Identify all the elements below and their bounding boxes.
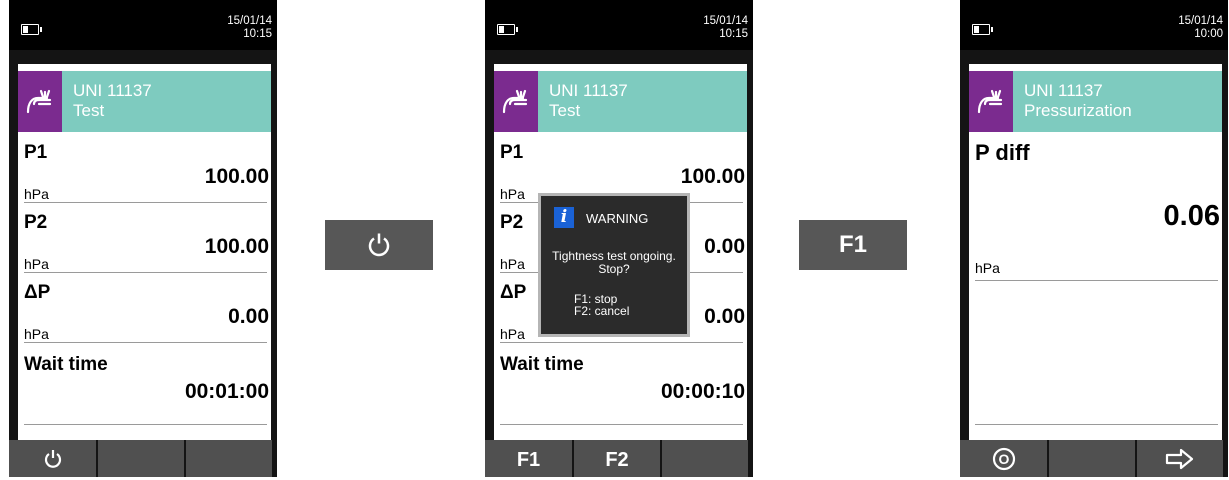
header-title: UNI 11137: [73, 81, 152, 100]
battery-icon: [497, 24, 518, 35]
measure-value: 100.00: [204, 165, 269, 188]
gas-leak-icon: [494, 71, 538, 132]
measure-label: P1: [500, 142, 524, 163]
measure-unit: hPa: [24, 326, 49, 342]
svg-text:O: O: [998, 451, 1009, 467]
measure-unit: hPa: [500, 256, 525, 272]
measure-value: 00:00:10: [660, 380, 745, 403]
header-title: UNI 11137: [1024, 81, 1103, 100]
measure-label: ΔP: [500, 282, 527, 303]
measure-label: ΔP: [24, 282, 51, 303]
measure-row-p-diff: P diff 0.06 hPa: [969, 134, 1222, 284]
measure-value: 100.00: [204, 235, 269, 258]
measure-row-p2: P2 100.00 hPa: [18, 204, 271, 273]
display-area: UNI 11137 Test P1 100.00 hPa P2 100.00 h…: [18, 64, 271, 473]
power-button[interactable]: [325, 220, 433, 270]
measure-label: P1: [24, 142, 48, 163]
power-icon: [44, 449, 61, 468]
row-divider: [24, 342, 267, 343]
measure-unit: hPa: [24, 256, 49, 272]
battery-icon: [972, 24, 993, 35]
measure-label: P2: [500, 212, 524, 233]
measure-value: 0.06: [1163, 200, 1220, 232]
fkey-2[interactable]: [1049, 440, 1135, 477]
warning-dialog: i WARNING Tightness test ongoing. Stop? …: [538, 193, 690, 337]
header-subtitle: Test: [549, 101, 581, 120]
measure-value: 0.00: [228, 305, 269, 328]
info-icon: i: [554, 207, 574, 228]
time: 10:00: [1194, 28, 1223, 40]
date: 15/01/14: [703, 15, 748, 27]
measure-row-wait-time: Wait time 00:01:00: [18, 344, 271, 413]
time: 10:15: [243, 28, 272, 40]
menu-header: UNI 11137 Pressurization: [969, 71, 1222, 132]
clock: 15/01/14 10:15: [227, 15, 272, 41]
measure-unit: hPa: [975, 260, 1000, 276]
time: 10:15: [719, 28, 748, 40]
device-screen-3: 15/01/14 10:00 UNI 11137 Pressurization …: [960, 0, 1228, 477]
dialog-message: Tightness test ongoing.: [552, 249, 676, 263]
status-bar: 15/01/14 10:00: [960, 0, 1228, 50]
measure-value: 0.00: [704, 235, 745, 258]
fkey-3[interactable]: [662, 440, 748, 477]
gas-leak-icon: [969, 71, 1013, 132]
f1-button[interactable]: F1: [799, 220, 907, 270]
row-divider: [975, 280, 1218, 281]
row-divider: [24, 424, 267, 425]
status-bar: 15/01/14 10:15: [485, 0, 753, 50]
dialog-title: WARNING: [586, 211, 649, 226]
measure-row-p1: P1 100.00 hPa: [18, 134, 271, 203]
fkey-f2[interactable]: F2: [574, 440, 660, 477]
fkey-power[interactable]: [9, 440, 96, 477]
measure-value: 100.00: [680, 165, 745, 188]
dialog-option-cancel: F2: cancel: [574, 304, 630, 318]
gas-leak-icon: [18, 71, 62, 132]
header-title: UNI 11137: [549, 81, 628, 100]
fkey-next[interactable]: [1137, 440, 1223, 477]
row-divider: [24, 272, 267, 273]
measure-unit: hPa: [24, 186, 49, 202]
date: 15/01/14: [227, 15, 272, 27]
measure-value: 0.00: [704, 305, 745, 328]
fkey-3[interactable]: [186, 440, 272, 477]
battery-icon: [21, 24, 42, 35]
menu-header: UNI 11137 Test: [18, 71, 271, 132]
function-keys: O: [960, 440, 1228, 477]
measure-unit: hPa: [500, 186, 525, 202]
fkey-record[interactable]: O: [960, 440, 1047, 477]
fkey-f1[interactable]: F1: [485, 440, 572, 477]
display-area: UNI 11137 Pressurization P diff 0.06 hPa: [969, 64, 1222, 473]
function-keys: [9, 440, 277, 477]
measure-value: 00:01:00: [184, 380, 269, 403]
row-divider: [500, 342, 743, 343]
record-icon: O: [992, 447, 1015, 470]
measure-label: P2: [24, 212, 48, 233]
device-screen-1: 15/01/14 10:15 UNI 11137 Test P1 100.00 …: [9, 0, 277, 477]
status-bar: 15/01/14 10:15: [9, 0, 277, 50]
measure-unit: hPa: [500, 326, 525, 342]
row-divider: [975, 424, 1218, 425]
dialog-question: Stop?: [598, 262, 630, 276]
function-keys: F1 F2: [485, 440, 753, 477]
power-icon: [368, 233, 390, 257]
menu-header: UNI 11137 Test: [494, 71, 747, 132]
row-divider: [500, 424, 743, 425]
measure-label: Wait time: [500, 354, 584, 375]
measure-row-delta-p: ΔP 0.00 hPa: [18, 274, 271, 343]
arrow-right-icon: [1165, 448, 1194, 469]
clock: 15/01/14 10:15: [703, 15, 748, 41]
date: 15/01/14: [1178, 15, 1223, 27]
clock: 15/01/14 10:00: [1178, 15, 1223, 41]
row-divider: [24, 202, 267, 203]
header-subtitle: Pressurization: [1024, 101, 1132, 120]
measure-label: Wait time: [24, 354, 108, 375]
measure-row-wait-time: Wait time 00:00:10: [494, 344, 747, 413]
fkey-2[interactable]: [98, 440, 184, 477]
header-subtitle: Test: [73, 101, 105, 120]
measure-label: P diff: [975, 140, 1030, 165]
